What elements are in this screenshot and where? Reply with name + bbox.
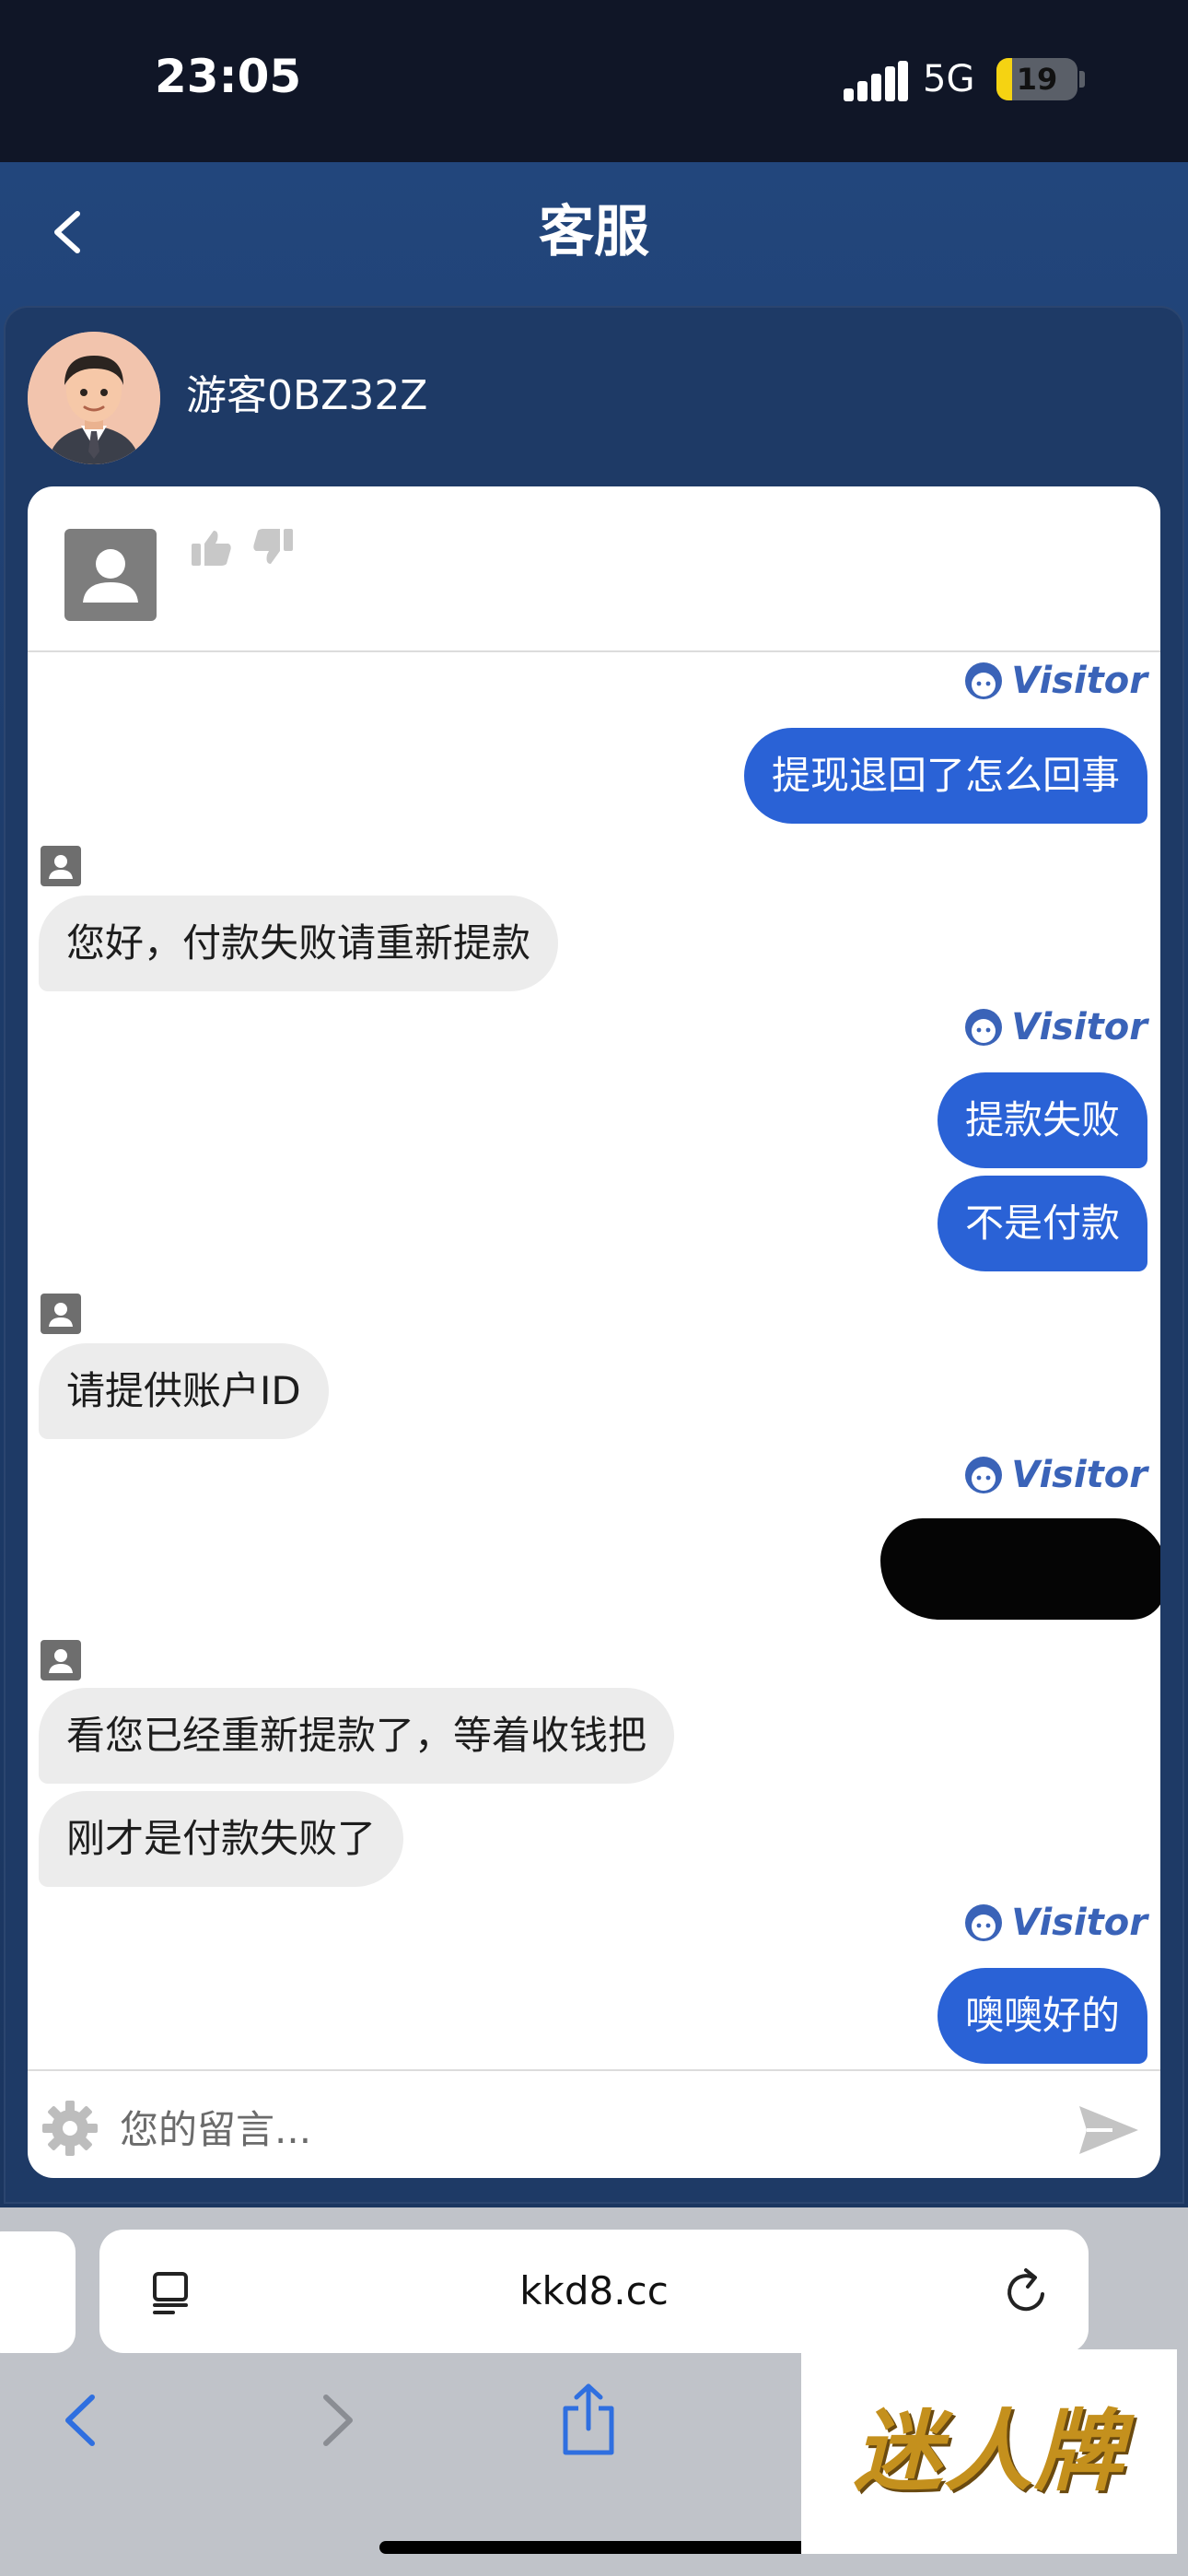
battery-icon: 19 bbox=[996, 58, 1077, 100]
visitor-tag: Visitor bbox=[963, 1452, 1147, 1498]
agent-icon bbox=[41, 1294, 81, 1334]
browser-forward-icon[interactable] bbox=[315, 2388, 361, 2453]
visitor-face-icon bbox=[965, 1457, 1003, 1493]
user-name: 游客0BZ32Z bbox=[186, 372, 428, 419]
visitor-label: Visitor bbox=[1011, 1006, 1147, 1048]
visitor-label: Visitor bbox=[1011, 1454, 1147, 1496]
page-title: 客服 bbox=[539, 200, 649, 264]
browser-back-icon[interactable] bbox=[57, 2388, 103, 2453]
status-bar: 23:05 5G 19 bbox=[0, 0, 1188, 162]
message-input[interactable] bbox=[120, 2097, 949, 2161]
avatar bbox=[28, 332, 160, 464]
divider bbox=[28, 650, 1160, 652]
gear-icon[interactable] bbox=[41, 2099, 99, 2158]
visitor-label: Visitor bbox=[1011, 660, 1147, 702]
visitor-label: Visitor bbox=[1011, 1902, 1147, 1944]
url-text: kkd8.cc bbox=[519, 2268, 669, 2313]
visitor-face-icon bbox=[965, 1904, 1003, 1941]
address-bar[interactable]: kkd8.cc bbox=[99, 2230, 1089, 2353]
reload-icon[interactable] bbox=[1002, 2266, 1054, 2318]
message-bubble-visitor: 不是付款 bbox=[937, 1176, 1147, 1271]
visitor-face-icon bbox=[965, 662, 1003, 699]
send-icon[interactable] bbox=[1076, 2101, 1142, 2160]
agent-icon bbox=[41, 846, 81, 886]
message-bubble-visitor: 提款失败 bbox=[937, 1072, 1147, 1168]
thumbs-down-icon[interactable] bbox=[250, 527, 295, 568]
status-time: 23:05 bbox=[155, 50, 302, 103]
signal-icon bbox=[844, 61, 908, 101]
home-indicator[interactable] bbox=[379, 2541, 809, 2554]
message-bubble-visitor: 提现退回了怎么回事 bbox=[743, 728, 1147, 824]
message-bubble-agent: 看您已经重新提款了，等着收钱把 bbox=[39, 1688, 675, 1784]
share-icon[interactable] bbox=[556, 2381, 621, 2458]
agent-icon bbox=[41, 1640, 81, 1680]
visitor-tag: Visitor bbox=[963, 1900, 1147, 1946]
thumbs-up-icon[interactable] bbox=[190, 527, 234, 568]
message-bubble-agent: 请提供账户ID bbox=[39, 1343, 329, 1439]
battery-percent: 19 bbox=[1016, 62, 1058, 97]
chat-card: Visitor 提现退回了怎么回事 您好，付款失败请重新提款 Visitor 提… bbox=[28, 486, 1160, 2178]
watermark-text: 迷人牌 bbox=[854, 2399, 1124, 2503]
previous-tab[interactable] bbox=[0, 2231, 76, 2353]
visitor-tag: Visitor bbox=[963, 1004, 1147, 1050]
watermark: 迷人牌 bbox=[801, 2349, 1177, 2554]
redaction-mark bbox=[880, 1518, 1160, 1620]
agent-avatar bbox=[64, 529, 157, 621]
user-avatar-icon bbox=[28, 332, 160, 464]
message-bubble-agent: 您好，付款失败请重新提款 bbox=[39, 896, 559, 991]
message-bubble-agent: 刚才是付款失败了 bbox=[39, 1791, 404, 1887]
visitor-face-icon bbox=[965, 1009, 1003, 1046]
network-type: 5G bbox=[923, 58, 975, 100]
visitor-tag: Visitor bbox=[963, 658, 1147, 704]
person-icon bbox=[83, 549, 138, 603]
message-bubble-visitor: 噢噢好的 bbox=[937, 1968, 1147, 2064]
battery-cap bbox=[1079, 71, 1085, 88]
divider bbox=[28, 2069, 1160, 2071]
